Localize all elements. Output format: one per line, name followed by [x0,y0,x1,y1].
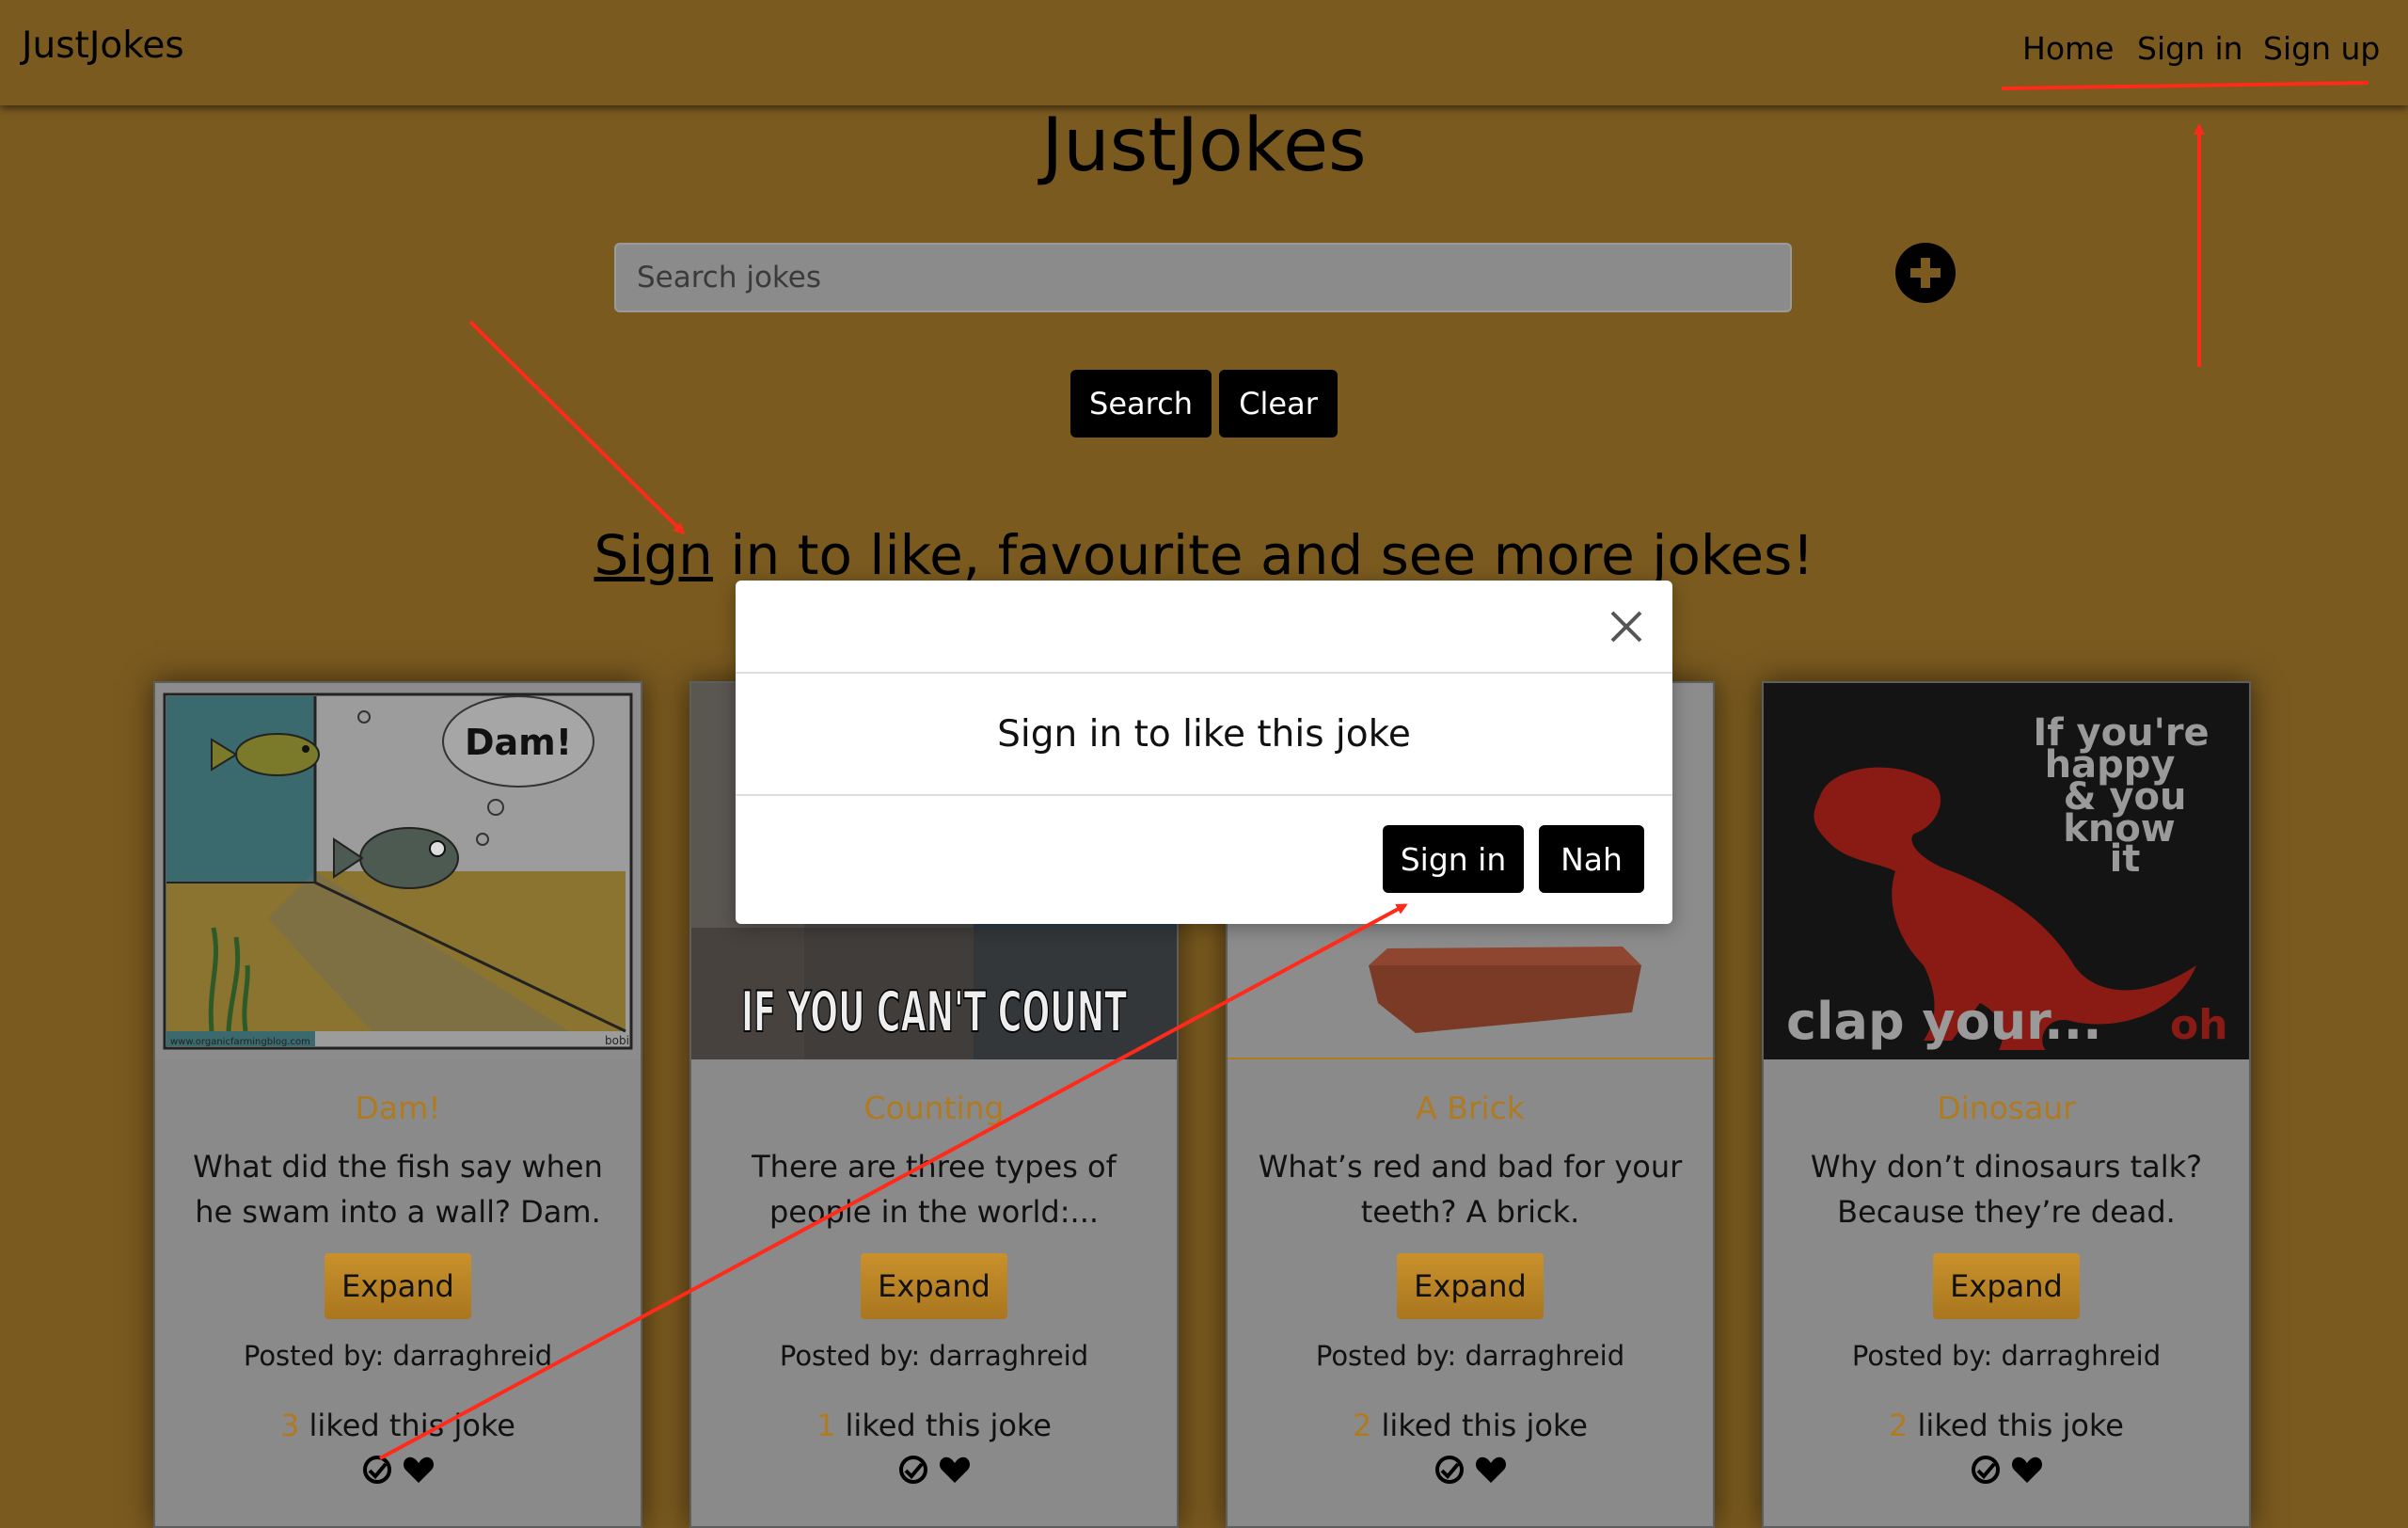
favourite-icon[interactable] [1433,1453,1466,1487]
image-bottom-text: clap your... [1786,992,2102,1051]
like-count: 2 [1353,1408,1372,1443]
like-count: 2 [1889,1408,1909,1443]
like-label: liked this joke [835,1408,1052,1443]
joke-image-dam: Dam! www.organicfarmingblog.com bobi [155,683,641,1059]
card-actions [691,1453,1177,1487]
brand-link[interactable]: JustJokes [22,24,184,67]
image-bottom-oh: oh [2170,1001,2228,1049]
navbar: JustJokes Home Sign in Sign up [0,0,2408,105]
posted-by: Posted by: darraghreid [1851,1340,2162,1372]
image-caption-dam: Dam! [465,722,572,763]
like-count-text: 2 liked this joke [1228,1408,1713,1443]
joke-text: What’s red and bad for your teeth? A bri… [1258,1149,1683,1230]
nav-signup-link[interactable]: Sign up [2263,30,2380,67]
modal-signin-button[interactable]: Sign in [1383,825,1524,893]
like-count: 1 [816,1408,836,1443]
card-actions [1228,1453,1713,1487]
joke-title[interactable]: Counting [691,1090,1177,1126]
joke-title[interactable]: Dam! [155,1090,641,1126]
image-caption-counting: IF YOU CAN'T COUNT [741,979,1127,1045]
dinosaur-meme-image: If you're happy & you know it clap your.… [1764,683,2249,1059]
search-button[interactable]: Search [1070,370,1212,438]
search-input[interactable] [614,243,1792,312]
joke-title[interactable]: A Brick [1228,1090,1713,1126]
modal-header [736,581,1672,674]
like-label: liked this joke [1908,1408,2124,1443]
joke-text: There are three types of people in the w… [752,1149,1117,1230]
posted-by: Posted by: darraghreid [1315,1340,1625,1372]
like-count-text: 2 liked this joke [1764,1408,2249,1443]
joke-text: Why don’t dinosaurs talk? Because they’r… [1810,1149,2203,1230]
joke-text: What did the fish say when he swam into … [193,1149,603,1230]
heart-icon[interactable] [938,1453,972,1487]
like-label: liked this joke [1371,1408,1588,1443]
close-icon[interactable] [1603,603,1650,650]
signin-prompt-link[interactable]: Sign [594,523,713,587]
joke-image-dinosaur: If you're happy & you know it clap your.… [1764,683,2249,1059]
image-credit-dam: www.organicfarmingblog.com [170,1037,310,1047]
joke-card-dinosaur: If you're happy & you know it clap your.… [1762,681,2251,1528]
expand-button[interactable]: Expand [1933,1253,2080,1319]
modal-message: Sign in to like this joke [736,674,1672,796]
image-signature-dam: bobi [605,1034,629,1047]
plus-circle-icon [1910,258,1941,288]
add-joke-button[interactable] [1895,243,1956,303]
card-actions [1764,1453,2249,1487]
heart-icon[interactable] [1474,1453,1508,1487]
like-count: 3 [280,1408,300,1443]
expand-button[interactable]: Expand [1397,1253,1544,1319]
signin-prompt: Sign in to like, favourite and see more … [0,523,2408,587]
image-line-5: it [2110,837,2141,881]
favourite-icon[interactable] [360,1453,394,1487]
annotation-arrow-to-prompt [468,320,686,535]
nav-home-link[interactable]: Home [2022,30,2114,67]
joke-title[interactable]: Dinosaur [1764,1090,2249,1126]
signin-modal: Sign in to like this joke Sign in Nah [736,581,1672,924]
heart-icon[interactable] [2010,1453,2044,1487]
clear-button[interactable]: Clear [1219,370,1338,438]
favourite-icon[interactable] [1969,1453,2003,1487]
like-label: liked this joke [299,1408,515,1443]
posted-by: Posted by: darraghreid [779,1340,1089,1372]
posted-by: Posted by: darraghreid [243,1340,553,1372]
nav-signin-link[interactable]: Sign in [2137,30,2243,67]
expand-button[interactable]: Expand [861,1253,1007,1319]
like-count-text: 1 liked this joke [691,1408,1177,1443]
joke-card-dam: Dam! www.organicfarmingblog.com bobi Dam… [153,681,642,1528]
fish-tank-cartoon-image: Dam! www.organicfarmingblog.com bobi [155,683,641,1059]
heart-icon[interactable] [402,1453,436,1487]
modal-nah-button[interactable]: Nah [1539,825,1644,893]
favourite-icon[interactable] [896,1453,930,1487]
expand-button[interactable]: Expand [325,1253,471,1319]
card-actions [155,1453,641,1487]
page-title: JustJokes [1041,103,1367,188]
signin-prompt-text: in to like, favourite and see more jokes… [712,523,1814,587]
like-count-text: 3 liked this joke [155,1408,641,1443]
